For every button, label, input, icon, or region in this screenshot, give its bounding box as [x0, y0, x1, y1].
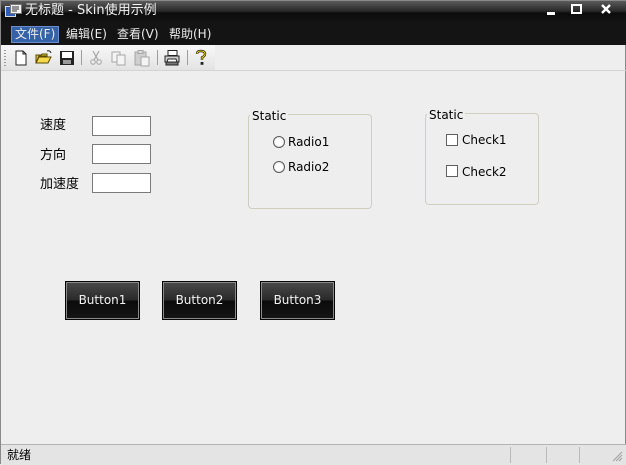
minimize-icon[interactable]: [539, 1, 563, 19]
cut-icon[interactable]: [87, 49, 105, 67]
help-icon[interactable]: [192, 49, 210, 67]
paste-icon[interactable]: [133, 49, 151, 67]
app-window: 无标题 - Skin使用示例 文件(F) 编辑(E) 查看(V) 帮助(H) 速…: [0, 0, 626, 465]
menu-help[interactable]: 帮助(H): [166, 26, 214, 43]
button2[interactable]: Button2: [162, 281, 237, 320]
toolbar-divider: [1, 70, 626, 71]
check2-box[interactable]: [446, 165, 458, 177]
menu-view[interactable]: 查看(V): [114, 26, 162, 43]
toolbar-separator: [81, 50, 82, 65]
save-icon[interactable]: [58, 49, 76, 67]
radio-group-caption: Static: [250, 109, 289, 123]
status-pane-divider: [579, 447, 580, 463]
status-pane-divider: [510, 447, 511, 463]
acceleration-field[interactable]: [92, 173, 151, 193]
title-bar[interactable]: 无标题 - Skin使用示例: [1, 1, 626, 23]
maximize-icon[interactable]: [564, 1, 588, 19]
check2-label[interactable]: Check2: [462, 165, 507, 179]
status-bar: 就绪: [1, 444, 626, 465]
status-pane-divider: [546, 447, 547, 463]
window-title: 无标题 - Skin使用示例: [25, 3, 157, 18]
toolbar-separator: [157, 50, 158, 65]
menu-edit[interactable]: 编辑(E): [63, 26, 110, 43]
toolbar: [1, 45, 215, 71]
check-groupbox: [425, 113, 539, 205]
toolbar-grip[interactable]: [4, 50, 6, 66]
status-text: 就绪: [7, 448, 32, 462]
toolbar-separator: [187, 50, 188, 65]
direction-label: 方向: [40, 148, 67, 163]
radio1-button[interactable]: [273, 136, 285, 148]
open-folder-icon[interactable]: [35, 49, 53, 67]
button1[interactable]: Button1: [65, 281, 140, 320]
print-icon[interactable]: [163, 49, 181, 67]
direction-field[interactable]: [92, 144, 151, 164]
menu-file[interactable]: 文件(F): [11, 26, 60, 43]
mfc-app-icon[interactable]: [5, 4, 22, 19]
acceleration-label: 加速度: [40, 177, 80, 192]
new-file-icon[interactable]: [12, 49, 30, 67]
copy-icon[interactable]: [110, 49, 128, 67]
radio1-label[interactable]: Radio1: [288, 135, 329, 149]
radio2-label[interactable]: Radio2: [288, 160, 329, 174]
check1-label[interactable]: Check1: [462, 133, 507, 147]
speed-field[interactable]: [92, 116, 151, 136]
speed-label: 速度: [40, 118, 67, 133]
radio2-button[interactable]: [273, 161, 285, 173]
check-group-caption: Static: [427, 108, 466, 122]
size-grip-icon[interactable]: [611, 450, 623, 462]
menu-bar: 文件(F) 编辑(E) 查看(V) 帮助(H): [1, 23, 626, 45]
button3[interactable]: Button3: [260, 281, 335, 320]
close-icon[interactable]: [591, 1, 621, 19]
check1-box[interactable]: [446, 134, 458, 146]
